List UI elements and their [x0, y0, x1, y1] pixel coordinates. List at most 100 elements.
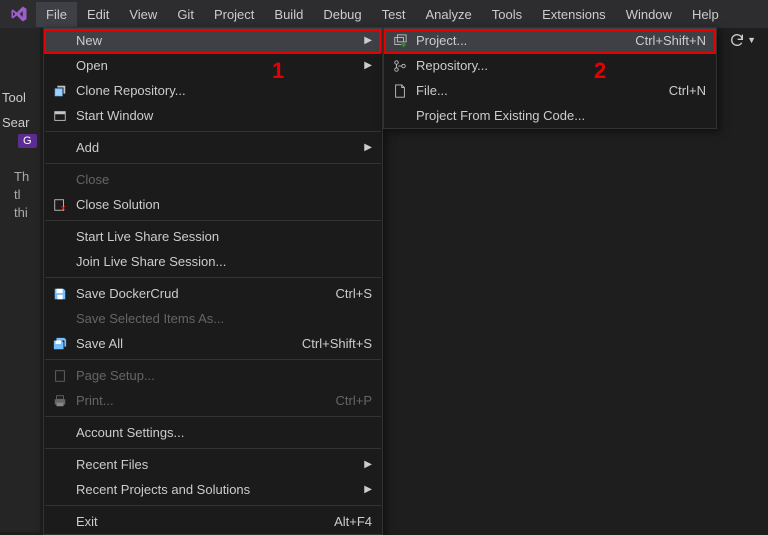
menu-item-label: File...	[416, 83, 649, 98]
menu-item-label: Page Setup...	[76, 368, 372, 383]
file-menu-item-close-solution[interactable]: Close Solution	[44, 192, 382, 217]
window-icon	[50, 108, 70, 124]
blank-icon	[50, 33, 70, 49]
chevron-right-icon: ▶	[364, 35, 372, 46]
menubar-item-window[interactable]: Window	[616, 2, 682, 27]
menu-shortcut: Ctrl+Shift+N	[635, 33, 706, 48]
menu-item-label: Account Settings...	[76, 425, 372, 440]
new-menu-item-project-from-existing-code[interactable]: Project From Existing Code...	[384, 103, 716, 128]
file-menu-item-new[interactable]: New▶	[44, 28, 382, 53]
menu-item-label: Start Live Share Session	[76, 229, 372, 244]
file-menu-item-start-live-share-session[interactable]: Start Live Share Session	[44, 224, 382, 249]
menu-separator	[45, 359, 381, 360]
menu-item-label: Add	[76, 140, 356, 155]
menu-item-label: Save All	[76, 336, 282, 351]
new-menu-item-project[interactable]: Project...Ctrl+Shift+N	[384, 28, 716, 53]
blank-icon	[50, 254, 70, 270]
blank-icon	[50, 229, 70, 245]
menu-shortcut: Ctrl+S	[336, 286, 372, 301]
menu-separator	[45, 163, 381, 164]
menu-separator	[45, 448, 381, 449]
saveall-icon	[50, 336, 70, 352]
menu-item-label: Save DockerCrud	[76, 286, 316, 301]
blank-icon	[50, 514, 70, 530]
blank-icon	[390, 108, 410, 124]
menubar-item-git[interactable]: Git	[167, 2, 204, 27]
menu-item-label: Repository...	[416, 58, 706, 73]
file-menu-item-open[interactable]: Open ▶	[44, 53, 382, 78]
file-menu-item-print: Print...Ctrl+P	[44, 388, 382, 413]
menubar-item-tools[interactable]: Tools	[482, 2, 532, 27]
menubar-item-project[interactable]: Project	[204, 2, 264, 27]
clone-icon	[50, 83, 70, 99]
menu-separator	[45, 416, 381, 417]
blank-icon	[50, 425, 70, 441]
menu-shortcut: Ctrl+P	[336, 393, 372, 408]
chevron-right-icon: ▶	[364, 459, 372, 470]
refresh-button[interactable]: ▼	[729, 32, 756, 48]
file-menu-item-account-settings[interactable]: Account Settings...	[44, 420, 382, 445]
file-menu-item-save-selected-items-as: Save Selected Items As...	[44, 306, 382, 331]
menu-item-label: Exit	[76, 514, 314, 529]
menu-item-label: Start Window	[76, 108, 372, 123]
menu-item-label: Recent Projects and Solutions	[76, 482, 356, 497]
file-menu-item-join-live-share-session[interactable]: Join Live Share Session...	[44, 249, 382, 274]
menu-shortcut: Ctrl+Shift+S	[302, 336, 372, 351]
menubar-item-debug[interactable]: Debug	[313, 2, 371, 27]
menu-separator	[45, 277, 381, 278]
menubar-item-help[interactable]: Help	[682, 2, 729, 27]
menu-shortcut: Alt+F4	[334, 514, 372, 529]
menu-separator	[45, 220, 381, 221]
file-menu-item-page-setup: Page Setup...	[44, 363, 382, 388]
page-icon	[50, 368, 70, 384]
sidebar-text: Thtlthi	[14, 168, 29, 223]
vs-logo-icon	[8, 3, 30, 25]
blank-icon	[50, 311, 70, 327]
menu-item-label: Open	[76, 58, 356, 73]
file-menu-item-recent-files[interactable]: Recent Files ▶	[44, 452, 382, 477]
save-icon	[50, 286, 70, 302]
chevron-right-icon: ▶	[364, 142, 372, 153]
file-menu-item-start-window[interactable]: Start Window	[44, 103, 382, 128]
file-menu-item-add[interactable]: Add ▶	[44, 135, 382, 160]
menubar-item-build[interactable]: Build	[264, 2, 313, 27]
menu-item-label: Close	[76, 172, 372, 187]
new-menu-item-repository[interactable]: Repository...	[384, 53, 716, 78]
blank-icon	[50, 482, 70, 498]
menu-item-label: Project From Existing Code...	[416, 108, 706, 123]
close-sln-icon	[50, 197, 70, 213]
project-icon	[390, 33, 410, 49]
blank-icon	[50, 172, 70, 188]
file-menu-dropdown: New▶ Open ▶ Clone Repository... Start Window…	[43, 27, 383, 535]
menubar-item-analyze[interactable]: Analyze	[415, 2, 481, 27]
menu-separator	[45, 505, 381, 506]
file-menu-item-clone-repository[interactable]: Clone Repository...	[44, 78, 382, 103]
file-menu-item-save-dockercrud[interactable]: Save DockerCrud Ctrl+S	[44, 281, 382, 306]
menu-item-label: Close Solution	[76, 197, 372, 212]
menubar-item-view[interactable]: View	[119, 2, 167, 27]
file-menu-item-close: Close	[44, 167, 382, 192]
refresh-icon	[729, 32, 745, 48]
file-menu-item-recent-projects-and-solutions[interactable]: Recent Projects and Solutions ▶	[44, 477, 382, 502]
menu-separator	[45, 131, 381, 132]
menubar-item-extensions[interactable]: Extensions	[532, 2, 616, 27]
file-menu-item-save-all[interactable]: Save All Ctrl+Shift+S	[44, 331, 382, 356]
blank-icon	[50, 457, 70, 473]
menu-item-label: Recent Files	[76, 457, 356, 472]
chevron-right-icon: ▶	[364, 60, 372, 71]
menubar-item-edit[interactable]: Edit	[77, 2, 119, 27]
menubar-item-test[interactable]: Test	[372, 2, 416, 27]
new-menu-item-file[interactable]: File... Ctrl+N	[384, 78, 716, 103]
file-menu-item-exit[interactable]: Exit Alt+F4	[44, 509, 382, 534]
menubar: FileEditViewGitProjectBuildDebugTestAnal…	[0, 0, 768, 28]
repo-icon	[390, 58, 410, 74]
toolbox-label: Tool	[2, 90, 26, 105]
file-icon	[390, 83, 410, 99]
menubar-item-file[interactable]: File	[36, 2, 77, 27]
menu-item-label: Join Live Share Session...	[76, 254, 372, 269]
menu-shortcut: Ctrl+N	[669, 83, 706, 98]
chevron-right-icon: ▶	[364, 484, 372, 495]
menu-item-label: Save Selected Items As...	[76, 311, 372, 326]
sidebar-tag: G	[18, 134, 37, 148]
print-icon	[50, 393, 70, 409]
